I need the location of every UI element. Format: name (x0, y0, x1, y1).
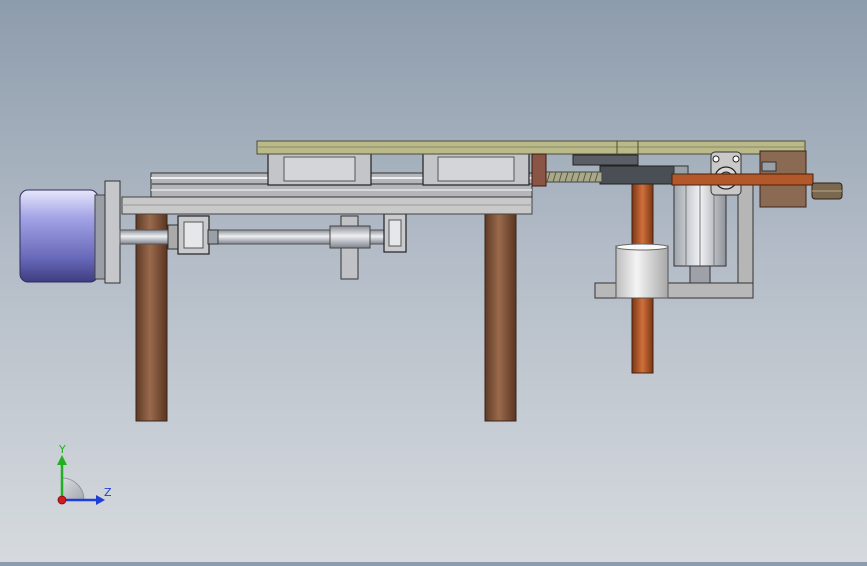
cylinder-nut (689, 265, 711, 284)
mount-bar (599, 165, 679, 185)
shaft-collar (207, 229, 219, 245)
y-axis-label: Y (58, 443, 66, 456)
triad-quadrant-icon (61, 477, 85, 501)
motor-mount-plate (104, 180, 121, 284)
stepper-motor (19, 189, 99, 283)
x-axis-point (57, 495, 67, 505)
cad-viewport[interactable]: Y Z (0, 0, 867, 562)
upright-bracket (737, 184, 754, 299)
shaft-hub (329, 225, 371, 249)
bearing-block-left-inner (183, 221, 204, 249)
orientation-triad[interactable]: Y Z (40, 438, 120, 513)
assembly-model (19, 140, 843, 422)
cup (615, 245, 669, 299)
z-axis-label: Z (104, 486, 112, 499)
copper-arm (671, 173, 814, 186)
bearing-block-right-inner (388, 219, 402, 247)
screw-coupler (531, 153, 547, 187)
middle-leg (484, 212, 517, 422)
